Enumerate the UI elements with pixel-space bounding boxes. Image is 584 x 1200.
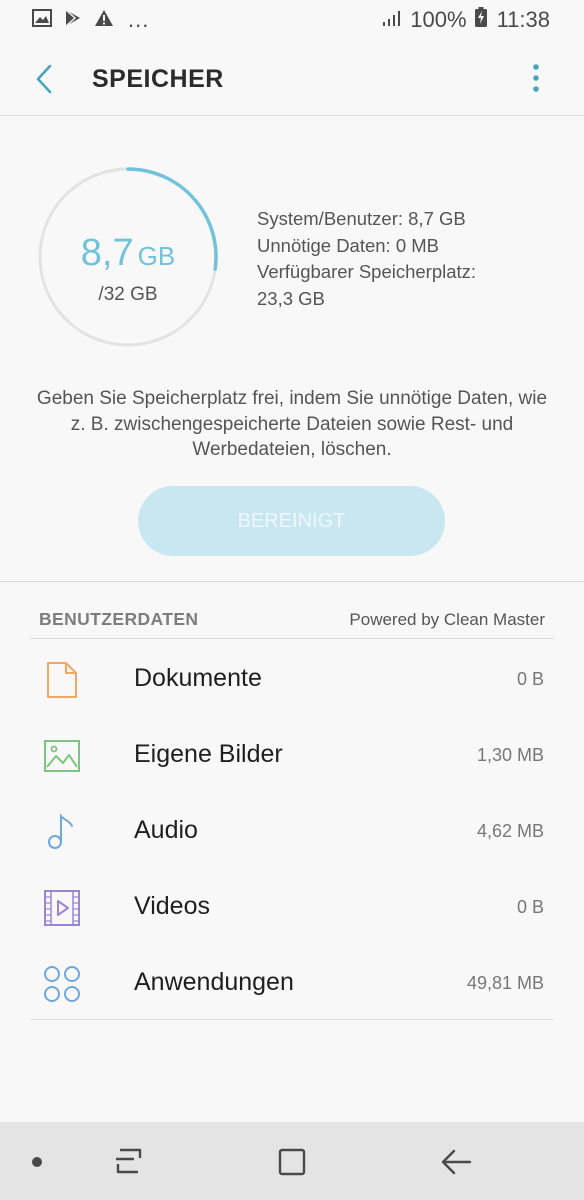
item-size: 4,62 MB [476,821,544,841]
divider [0,581,584,582]
available-space-value: 23,3 GB [257,287,325,309]
system-user-stat: System/Benutzer: 8,7 GB [257,208,466,229]
junk-data-stat: Unnötige Daten: 0 MB [257,234,440,256]
warning-notification-icon [94,9,114,32]
back-arrow-icon [441,1149,472,1175]
more-notifications: ... [128,7,150,32]
clock: 11:38 [496,7,550,32]
more-options-button[interactable] [526,62,546,96]
available-space-label: Verfügbarer Speicherplatz: [257,261,477,282]
cleanup-description: Geben Sie Speicherplatz frei, indem Sie … [36,388,548,460]
notification-icons: ... [32,7,149,33]
navigation-bar [0,1122,584,1200]
powered-by-label: Powered by Clean Master [349,610,545,629]
item-label: Audio [134,816,198,844]
chevron-left-icon [36,64,52,94]
used-storage-value: 8,7 [80,232,134,274]
item-size: 49,81 MB [466,973,544,993]
more-vertical-icon [533,64,539,92]
user-data-list: Dokumente 0 B Eigene Bilder 1,30 MB Audi… [30,642,554,1022]
app-header: SPEICHER [0,40,584,116]
item-size: 0 B [516,897,544,917]
list-item-audio[interactable]: Audio 4,62 MB [30,794,554,870]
used-storage: 8,7 GB [38,232,218,275]
item-size: 1,30 MB [476,745,544,765]
signal-icon [382,7,402,33]
recent-apps-button[interactable] [112,1146,146,1176]
nav-back-button[interactable] [440,1146,472,1178]
page-title: SPEICHER [92,65,224,93]
used-storage-unit: GB [137,241,176,271]
back-button[interactable] [30,64,60,94]
keyboard-dot-icon[interactable] [32,1157,42,1167]
recent-apps-icon [116,1148,142,1174]
item-label: Eigene Bilder [134,740,283,768]
play-store-notification-icon [64,8,82,32]
item-label: Anwendungen [134,968,294,996]
section-title: BENUTZERDATEN [39,609,199,629]
storage-stats: System/Benutzer: 8,7 GB Unnötige Daten: … [257,206,557,312]
home-square-icon [278,1148,306,1176]
music-note-icon [42,812,82,852]
item-label: Dokumente [134,664,262,692]
item-label: Videos [134,892,210,920]
total-storage: /32 GB [98,284,158,305]
battery-percent: 100% [410,7,467,32]
list-item-videos[interactable]: Videos 0 B [30,870,554,946]
image-icon [42,736,82,776]
list-item-apps[interactable]: Anwendungen 49,81 MB [30,946,554,1022]
list-item-images[interactable]: Eigene Bilder 1,30 MB [30,718,554,794]
system-status: 100% 11:38 [382,7,550,33]
home-button[interactable] [276,1146,308,1178]
item-size: 0 B [516,669,544,689]
list-item-documents[interactable]: Dokumente 0 B [30,642,554,718]
clean-button[interactable]: BEREINIGT [138,486,445,556]
document-icon [42,660,82,700]
list-divider [30,1019,554,1020]
battery-charging-icon [474,7,487,33]
status-bar: ... 100% 11:38 [0,0,584,40]
gallery-notification-icon [32,8,52,32]
apps-grid-icon [42,964,82,1004]
user-data-header: BENUTZERDATEN Powered by Clean Master [30,605,554,639]
video-icon [42,888,82,928]
